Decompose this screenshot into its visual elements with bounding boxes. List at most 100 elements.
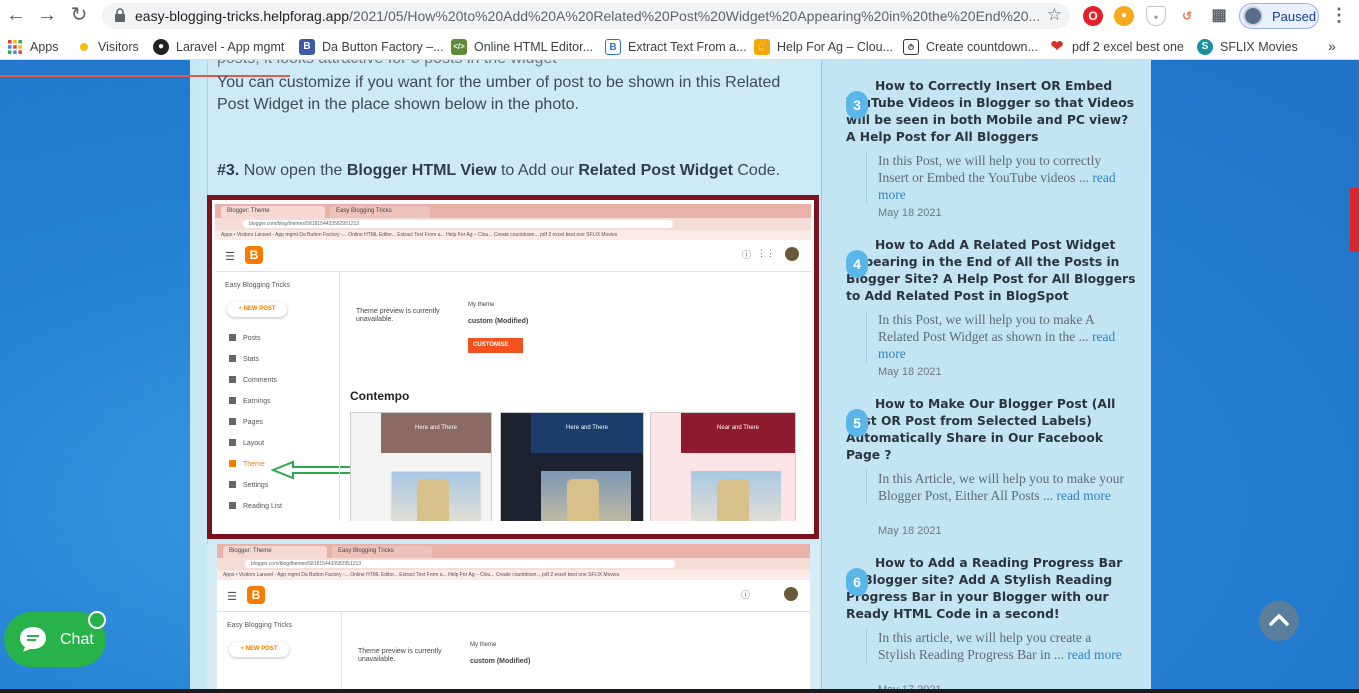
b-icon: B <box>299 39 315 55</box>
mini-my-theme-value: custom (Modified) <box>468 318 529 325</box>
related-post-item-3[interactable]: 3 How to Correctly Insert OR Embed YouTu… <box>846 78 1138 219</box>
mini-urlbar: blogger.com/blog/themes/5818154433582951… <box>215 218 811 230</box>
related-post-item-6[interactable]: 6 How to Add a Reading Progress Bar in B… <box>846 555 1138 693</box>
mini-menu-comments: Comments <box>229 376 277 384</box>
browser-toolbar: ← → ↻ easy-blogging-tricks.helpforag.app… <box>0 0 1359 32</box>
avatar <box>1243 6 1263 26</box>
related-post-item-4[interactable]: 4 How to Add A Related Post Widget Appea… <box>846 237 1138 378</box>
read-more-link[interactable]: read more <box>1057 488 1111 503</box>
mini-menu-theme: Theme <box>229 460 265 468</box>
mini-thumb-2: Here and There <box>500 412 644 521</box>
bookmark-create-countdown[interactable]: ⏱ Create countdown... <box>903 38 1038 56</box>
related-post-title[interactable]: How to Add A Related Post Widget Appeari… <box>846 237 1138 305</box>
page-scrollbar[interactable] <box>1349 60 1359 693</box>
dot-icon <box>80 43 88 51</box>
cookie-extension-icon[interactable]: ● <box>1114 6 1134 26</box>
number-badge: 5 <box>846 409 868 437</box>
step-bold-related-post-widget: Related Post Widget <box>578 162 733 179</box>
mini-menu-layout: Layout <box>229 439 264 447</box>
mini-tabbar-2: Blogger: Theme Easy Blogging Tricks <box>217 544 810 558</box>
mini-url-2: blogger.com/blog/themes/5818154433582951… <box>245 560 675 568</box>
mini-blog-name: Easy Blogging Tricks <box>225 282 290 289</box>
bookmark-star-icon[interactable]: ☆ <box>1047 5 1062 25</box>
profile-status: Paused <box>1272 9 1317 24</box>
mini-sidebar-2: Easy Blogging Tricks + NEW POST <box>217 612 337 693</box>
number-badge: 6 <box>846 568 868 596</box>
step-heading: #3. Now open the Blogger HTML View to Ad… <box>217 162 781 179</box>
bookmark-visitors[interactable]: Visitors <box>76 38 139 56</box>
back-icon[interactable]: ← <box>4 4 28 28</box>
mini-thumb-3: Near and There <box>650 412 796 521</box>
mini-preview-1: Theme preview is currently <box>356 308 440 315</box>
bookmark-sflix-movies[interactable]: S SFLIX Movies <box>1197 38 1298 56</box>
related-post-title[interactable]: How to Correctly Insert OR Embed YouTube… <box>846 78 1138 146</box>
address-bar[interactable]: easy-blogging-tricks.helpforag.app/2021/… <box>102 3 1070 29</box>
window-bottom-edge <box>0 689 1359 693</box>
browser-menu-icon[interactable]: ⋮ <box>1330 5 1348 27</box>
mini-sidebar: Easy Blogging Tricks + NEW POST Posts St… <box>215 272 335 521</box>
bookmark-online-html-editor[interactable]: </> Online HTML Editor... <box>451 38 593 56</box>
mini-customise-button: CUSTOMISE <box>468 338 523 353</box>
shield-extension-icon[interactable]: • <box>1146 6 1166 26</box>
mini-menu-settings: Settings <box>229 481 268 489</box>
bookmarks-overflow-icon[interactable]: » <box>1328 38 1336 54</box>
post-screenshot-2: Blogger: Theme Easy Blogging Tricks blog… <box>207 544 819 693</box>
mini-avatar-2 <box>784 587 798 601</box>
related-post-date: May 18 2021 <box>878 366 942 378</box>
mini-new-post: + NEW POST <box>227 302 287 317</box>
step-number: #3. <box>217 162 240 179</box>
online-status-dot <box>88 611 106 629</box>
mini-menu-pages: Pages <box>229 418 263 426</box>
mini-thumb-1: Here and There <box>350 412 492 521</box>
mini-section-title: Contempo <box>350 389 410 403</box>
bookmark-apps[interactable]: Apps <box>7 38 59 56</box>
mini-tab-2: Easy Blogging Tricks <box>330 206 430 218</box>
cast-extension-icon[interactable]: ↺ <box>1177 6 1197 26</box>
mini-menu-reading-list: Reading List <box>229 502 282 510</box>
related-post-excerpt: In this Article, we will help you to mak… <box>866 470 1131 504</box>
bookmark-extract-text[interactable]: B Extract Text From a... <box>605 38 747 56</box>
mini-bookmarks-2: Apps • Visitors Laravel - App mgmt Da Bu… <box>217 570 810 580</box>
mini-main-2: Theme preview is currently unavailable. … <box>341 612 798 693</box>
number-badge: 4 <box>846 250 868 278</box>
mini-tab-1: Blogger: Theme <box>221 206 325 218</box>
scrollbar-thumb[interactable] <box>1350 188 1359 252</box>
related-post-date: May 18 2021 <box>878 207 942 219</box>
bookmarks-bar: Apps Visitors ● Laravel - App mgmt B Da … <box>0 32 1359 60</box>
bookmark-pdf-2-excel[interactable]: ❤ pdf 2 excel best one <box>1049 38 1184 56</box>
lock-icon <box>115 8 125 22</box>
reload-icon[interactable]: ↻ <box>67 4 91 28</box>
heart-icon: ❤ <box>1050 38 1064 55</box>
timer-icon: ⏱ <box>903 39 919 55</box>
b-text-icon: B <box>605 39 621 55</box>
mini-hamburger-icon-2: ☰ <box>227 591 237 603</box>
mini-avatar <box>785 247 799 261</box>
post-paragraph-line-1: You can customize if you want for the um… <box>217 74 781 91</box>
number-badge: 3 <box>846 91 868 119</box>
mini-tab-1b: Blogger: Theme <box>223 546 327 558</box>
opera-extension-icon[interactable]: O <box>1083 6 1103 26</box>
profile-button[interactable]: Paused <box>1239 3 1319 29</box>
mini-preview-2: unavailable. <box>356 316 394 323</box>
back-to-top-button[interactable] <box>1259 601 1299 641</box>
mini-bookmarks: Apps • Visitors Laravel - App mgmt Da Bu… <box>215 230 811 240</box>
bookmark-laravel[interactable]: ● Laravel - App mgmt <box>153 38 284 56</box>
forward-icon[interactable]: → <box>35 4 59 28</box>
chat-label: Chat <box>60 631 94 648</box>
step-bold-blogger-html-view: Blogger HTML View <box>346 162 497 179</box>
post-screenshot-1: Blogger: Theme Easy Blogging Tricks blog… <box>207 195 819 539</box>
related-post-title[interactable]: How to Make Our Blogger Post (All Post O… <box>846 396 1138 464</box>
related-post-excerpt: In this Post, we will help you to correc… <box>866 152 1131 203</box>
read-more-link[interactable]: read more <box>1067 647 1121 662</box>
code-icon: </> <box>451 39 467 55</box>
blogger-logo-icon-2: B <box>247 586 265 604</box>
bookmark-da-button-factory[interactable]: B Da Button Factory –... <box>299 38 444 56</box>
url-text: easy-blogging-tricks.helpforag.app/2021/… <box>135 8 1041 24</box>
puzzle-extensions-icon[interactable]: ▦ <box>1209 6 1229 26</box>
apps-grid-icon <box>8 40 22 54</box>
related-post-title[interactable]: How to Add a Reading Progress Bar in Blo… <box>846 555 1138 623</box>
bookmark-help-for-ag[interactable]: ✌ Help For Ag – Clou... <box>754 38 893 56</box>
related-post-item-5[interactable]: 5 How to Make Our Blogger Post (All Post… <box>846 396 1138 537</box>
globe-icon: ● <box>153 39 169 55</box>
mini-preview-1b: Theme preview is currently <box>358 648 442 655</box>
